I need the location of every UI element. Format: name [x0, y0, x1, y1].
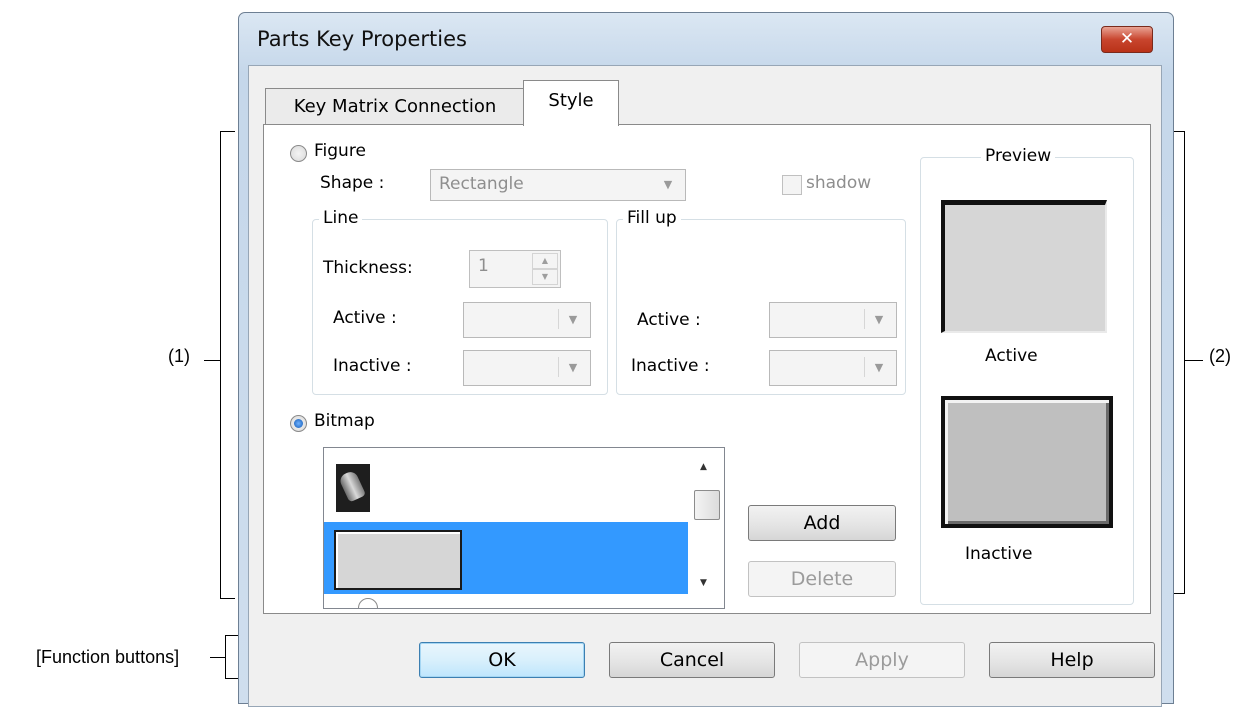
chevron-down-icon: ▼: [558, 309, 587, 329]
annotation-area-1: (1): [168, 346, 190, 366]
spin-up-icon: ▲: [532, 253, 558, 269]
shape-combo-value: Rectangle: [439, 174, 524, 194]
tab-key-matrix-connection[interactable]: Key Matrix Connection: [265, 88, 525, 125]
shadow-checkbox[interactable]: [782, 175, 802, 195]
thickness-value: 1: [478, 256, 489, 276]
scrollbar-thumb[interactable]: [694, 490, 720, 520]
bitmap-list-item[interactable]: [336, 464, 370, 512]
chevron-down-icon: ▼: [663, 178, 673, 191]
help-button[interactable]: Help: [989, 642, 1155, 678]
shape-combo[interactable]: Rectangle ▼: [430, 169, 686, 201]
thickness-spinner[interactable]: 1 ▲ ▼: [469, 250, 561, 288]
bracket-area-2-tick: [1185, 360, 1203, 361]
bitmap-list-scrollbar[interactable]: ▲ ▼: [690, 448, 724, 608]
fill-up-group: Fill up Active : ▼ Inactive : ▼: [616, 208, 906, 395]
figure-radio[interactable]: [290, 145, 307, 162]
fill-inactive-combo[interactable]: ▼: [769, 350, 897, 386]
style-tab-panel: Figure Shape : Rectangle ▼ shadow Line T…: [263, 124, 1151, 614]
bracket-area-1-tick: [204, 360, 220, 361]
bitmap-radio[interactable]: [290, 415, 307, 432]
bitmap-list-item[interactable]: [358, 598, 378, 608]
ok-button[interactable]: OK: [419, 642, 585, 678]
chevron-down-icon: ▼: [864, 309, 893, 329]
scroll-up-icon[interactable]: ▲: [700, 462, 707, 472]
chevron-down-icon: ▼: [558, 357, 587, 377]
line-group: Line Thickness: 1 ▲ ▼ Active : ▼ Inactiv…: [312, 208, 608, 395]
bitmap-list-item-selected[interactable]: [324, 522, 688, 594]
cancel-button[interactable]: Cancel: [609, 642, 775, 678]
close-button[interactable]: ✕: [1101, 26, 1153, 53]
fill-active-combo[interactable]: ▼: [769, 302, 897, 338]
rectangle-bitmap-thumbnail: [334, 530, 462, 590]
bracket-function-buttons-tick: [210, 657, 225, 658]
annotation-function-buttons: [Function buttons]: [36, 647, 180, 667]
delete-button[interactable]: Delete: [748, 561, 896, 597]
preview-group: Preview Active Inactive: [920, 146, 1134, 605]
fill-inactive-label: Inactive :: [631, 356, 710, 376]
bracket-area-1: [220, 131, 235, 599]
scroll-down-icon[interactable]: ▼: [700, 578, 707, 588]
add-button[interactable]: Add: [748, 505, 896, 541]
preview-inactive-label: Inactive: [965, 544, 1033, 564]
line-active-label: Active :: [333, 308, 397, 328]
bitmap-radio-label: Bitmap: [314, 411, 375, 431]
window-title: Parts Key Properties: [257, 27, 467, 51]
preview-inactive-image: [941, 396, 1113, 528]
spin-down-icon: ▼: [532, 269, 558, 285]
preview-active-image: [941, 200, 1107, 333]
dialog-window: Parts Key Properties ✕ Key Matrix Connec…: [238, 12, 1174, 707]
thickness-label: Thickness:: [323, 258, 413, 278]
line-active-combo[interactable]: ▼: [463, 302, 591, 338]
figure-radio-label: Figure: [314, 141, 366, 161]
fill-up-legend: Fill up: [623, 208, 681, 228]
line-inactive-label: Inactive :: [333, 356, 412, 376]
key-bitmap-icon: [337, 469, 367, 503]
dialog-client-area: Key Matrix Connection Style Figure Shape…: [248, 65, 1162, 707]
bitmap-list[interactable]: ▲ ▼: [323, 447, 725, 609]
preview-legend: Preview: [981, 146, 1056, 166]
tab-style[interactable]: Style: [523, 80, 619, 126]
fill-active-label: Active :: [637, 310, 701, 330]
annotation-area-2: (2): [1209, 346, 1231, 366]
line-legend: Line: [319, 208, 363, 228]
chevron-down-icon: ▼: [864, 357, 893, 377]
apply-button[interactable]: Apply: [799, 642, 965, 678]
shadow-label: shadow: [806, 173, 872, 193]
shape-label: Shape :: [320, 173, 385, 193]
line-inactive-combo[interactable]: ▼: [463, 350, 591, 386]
preview-active-label: Active: [985, 346, 1038, 366]
